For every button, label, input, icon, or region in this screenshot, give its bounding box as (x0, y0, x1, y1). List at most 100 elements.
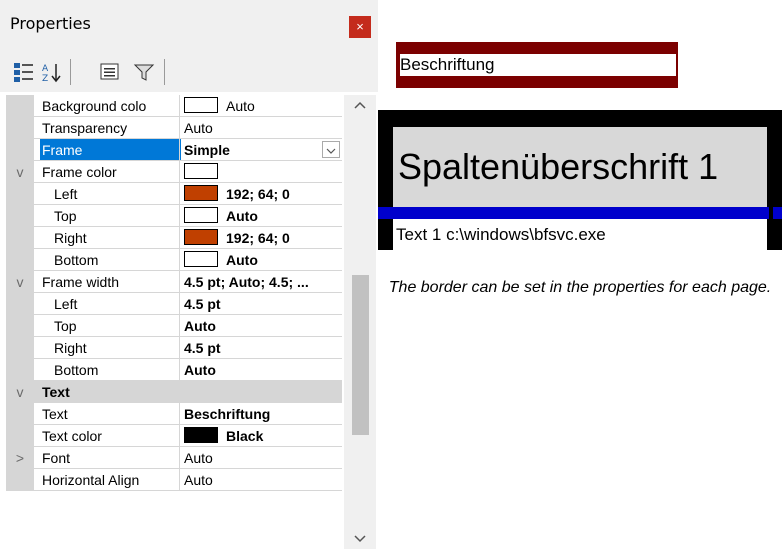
property-name: Bottom (54, 252, 99, 268)
property-value-text: Auto (184, 362, 216, 378)
categorized-view-button[interactable] (12, 60, 36, 84)
row-gutter (6, 293, 34, 315)
property-value[interactable]: Auto (180, 469, 342, 490)
categorized-icon (14, 63, 33, 82)
caption-text: Beschriftung (400, 54, 676, 76)
property-value[interactable]: Beschriftung (180, 403, 342, 424)
property-row[interactable]: Background colo Auto (6, 95, 342, 117)
collapse-icon[interactable]: v (6, 381, 34, 403)
property-row[interactable]: Right 192; 64; 0 (6, 227, 342, 249)
property-name: Text (42, 406, 68, 422)
property-row[interactable]: Text Beschriftung (6, 403, 342, 425)
property-value[interactable]: 4.5 pt (180, 293, 342, 314)
vertical-scrollbar[interactable] (344, 95, 376, 549)
property-value[interactable]: Simple (180, 139, 342, 160)
collapse-icon[interactable]: v (6, 161, 34, 183)
property-value[interactable]: Auto (180, 447, 342, 468)
row-gutter: v (6, 381, 34, 403)
row-gutter (6, 403, 34, 425)
property-row[interactable]: Top Auto (6, 205, 342, 227)
row-gutter (6, 337, 34, 359)
row-gutter (6, 359, 34, 381)
property-value-text: Auto (226, 208, 258, 224)
property-row[interactable]: Left 4.5 pt (6, 293, 342, 315)
property-grid: Background colo Auto Transparency Auto Frame… (6, 95, 342, 549)
property-value[interactable]: 4.5 pt; Auto; 4.5; ... (180, 271, 342, 292)
property-row[interactable]: v Frame color (6, 161, 342, 183)
filter-icon (133, 64, 155, 81)
category-row[interactable]: v Text (6, 381, 342, 403)
property-value-text: 4.5 pt; Auto; 4.5; ... (184, 274, 309, 290)
property-value-text: 4.5 pt (184, 340, 221, 356)
property-name: Top (54, 318, 77, 334)
panel-title: Properties (10, 14, 91, 33)
property-value-text: Simple (184, 142, 230, 158)
row-gutter: v (6, 271, 34, 293)
property-value[interactable]: Auto (180, 117, 342, 138)
property-value-text: Auto (184, 120, 213, 136)
collapse-icon[interactable]: v (6, 271, 34, 293)
row-gutter (6, 469, 34, 491)
scroll-up-icon[interactable] (353, 100, 367, 110)
property-row[interactable]: Transparency Auto (6, 117, 342, 139)
property-name: Left (54, 296, 78, 312)
property-row[interactable]: Text color Black (6, 425, 342, 447)
figure-note: The border can be set in the properties … (388, 279, 772, 296)
property-value[interactable]: Auto (180, 205, 342, 226)
dropdown-icon[interactable] (322, 141, 340, 158)
property-name: Frame width (42, 274, 120, 290)
property-value-text: 192; 64; 0 (226, 186, 290, 202)
property-row[interactable]: Bottom Auto (6, 249, 342, 271)
property-row[interactable]: Frame Simple (6, 139, 342, 161)
property-value[interactable]: 4.5 pt (180, 337, 342, 358)
property-name: Frame color (42, 164, 117, 180)
property-value-text: Auto (226, 98, 255, 114)
property-row[interactable]: Left 192; 64; 0 (6, 183, 342, 205)
property-value[interactable]: Black (180, 425, 342, 446)
filter-button[interactable] (132, 60, 156, 84)
row-gutter (6, 183, 34, 205)
property-row[interactable]: Top Auto (6, 315, 342, 337)
property-value-text: 4.5 pt (184, 296, 221, 312)
property-value-text: Auto (184, 318, 216, 334)
property-value-text: Auto (184, 472, 213, 488)
property-value[interactable]: Auto (180, 359, 342, 380)
color-swatch (184, 427, 218, 443)
property-name: Font (42, 450, 71, 466)
row-gutter (6, 227, 34, 249)
property-value[interactable] (180, 161, 342, 182)
property-row[interactable]: Right 4.5 pt (6, 337, 342, 359)
scrollbar-thumb[interactable] (352, 275, 369, 435)
property-row[interactable]: v Frame width 4.5 pt; Auto; 4.5; ... (6, 271, 342, 293)
property-value[interactable]: Auto (180, 95, 342, 116)
row-gutter: v (6, 161, 34, 183)
row-gutter (6, 425, 34, 447)
row-divider (6, 490, 342, 491)
sort-az-icon: A Z (42, 64, 61, 83)
property-name: Bottom (54, 362, 99, 378)
color-swatch (184, 97, 218, 113)
property-row[interactable]: Horizontal Align Auto (6, 469, 342, 491)
property-pages-button[interactable] (98, 60, 122, 84)
property-name: Transparency (42, 120, 128, 136)
property-value[interactable]: Auto (180, 249, 342, 270)
property-row[interactable]: > Font Auto (6, 447, 342, 469)
property-name: Right (54, 340, 87, 356)
property-name: Frame (40, 139, 181, 160)
property-row[interactable]: Bottom Auto (6, 359, 342, 381)
expand-icon[interactable]: > (6, 447, 34, 469)
properties-panel: Properties × A Z Background colo Auto Tr… (0, 0, 378, 549)
property-value[interactable]: Auto (180, 315, 342, 336)
row-gutter (6, 95, 34, 117)
property-value[interactable]: 192; 64; 0 (180, 227, 342, 248)
alphabetical-sort-button[interactable]: A Z (40, 60, 64, 84)
panel-title-bar: Properties × (0, 0, 378, 52)
property-name: Text (42, 384, 70, 400)
property-value[interactable]: 192; 64; 0 (180, 183, 342, 204)
close-button[interactable]: × (349, 16, 371, 38)
property-name: Text color (42, 428, 102, 444)
scroll-down-icon[interactable] (353, 534, 367, 544)
row-gutter (6, 117, 34, 139)
property-name: Left (54, 186, 78, 202)
table-cell: Text 1 c:\windows\bfsvc.exe (393, 219, 767, 250)
